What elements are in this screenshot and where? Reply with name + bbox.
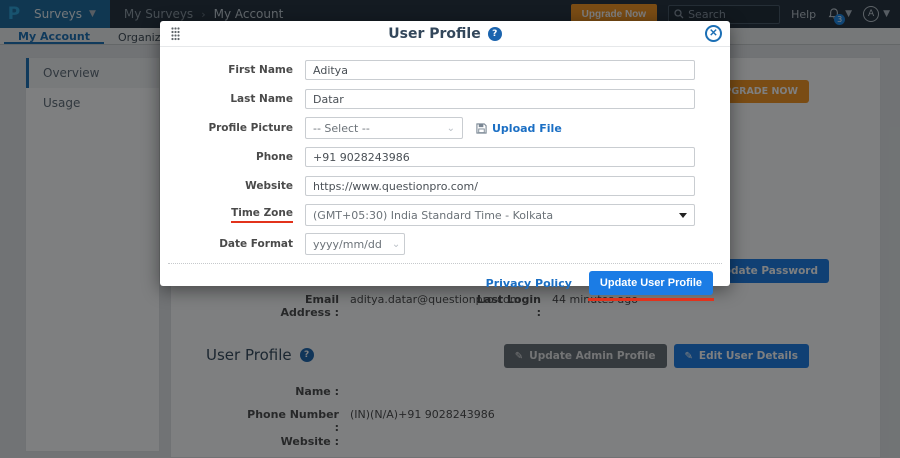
update-user-profile-button[interactable]: Update User Profile bbox=[589, 271, 713, 295]
floppy-disk-icon bbox=[476, 123, 487, 134]
date-format-label: Date Format bbox=[160, 238, 293, 250]
first-name-input[interactable] bbox=[305, 60, 695, 80]
phone-input[interactable] bbox=[305, 147, 695, 167]
chevron-down-icon: ⌄ bbox=[392, 239, 400, 250]
last-name-input[interactable] bbox=[305, 89, 695, 109]
help-icon[interactable]: ? bbox=[488, 27, 502, 41]
chevron-down-icon: ⌄ bbox=[447, 123, 455, 134]
drag-handle-icon[interactable] bbox=[171, 27, 180, 42]
modal-footer: Privacy Policy Update User Profile bbox=[168, 263, 722, 295]
privacy-policy-link[interactable]: Privacy Policy bbox=[486, 277, 572, 290]
website-input[interactable] bbox=[305, 176, 695, 196]
modal-header: User Profile ? ✕ bbox=[160, 21, 730, 47]
upload-file-link[interactable]: Upload File bbox=[476, 122, 562, 135]
time-zone-label: Time Zone bbox=[160, 207, 293, 223]
user-profile-modal: User Profile ? ✕ First Name Last Name Pr… bbox=[160, 21, 730, 286]
modal-title: User Profile ? bbox=[388, 26, 501, 42]
profile-picture-select[interactable]: -- Select -- ⌄ bbox=[305, 117, 463, 139]
phone-label: Phone bbox=[160, 151, 293, 163]
profile-picture-label: Profile Picture bbox=[160, 122, 293, 134]
first-name-label: First Name bbox=[160, 64, 293, 76]
time-zone-select[interactable]: (GMT+05:30) India Standard Time - Kolkat… bbox=[305, 204, 695, 226]
user-profile-form: First Name Last Name Profile Picture -- … bbox=[160, 47, 730, 254]
close-icon[interactable]: ✕ bbox=[705, 25, 722, 42]
date-format-select[interactable]: yyyy/mm/dd ⌄ bbox=[305, 233, 405, 255]
chevron-down-icon bbox=[679, 213, 687, 218]
website-label: Website bbox=[160, 180, 293, 192]
last-name-label: Last Name bbox=[160, 93, 293, 105]
